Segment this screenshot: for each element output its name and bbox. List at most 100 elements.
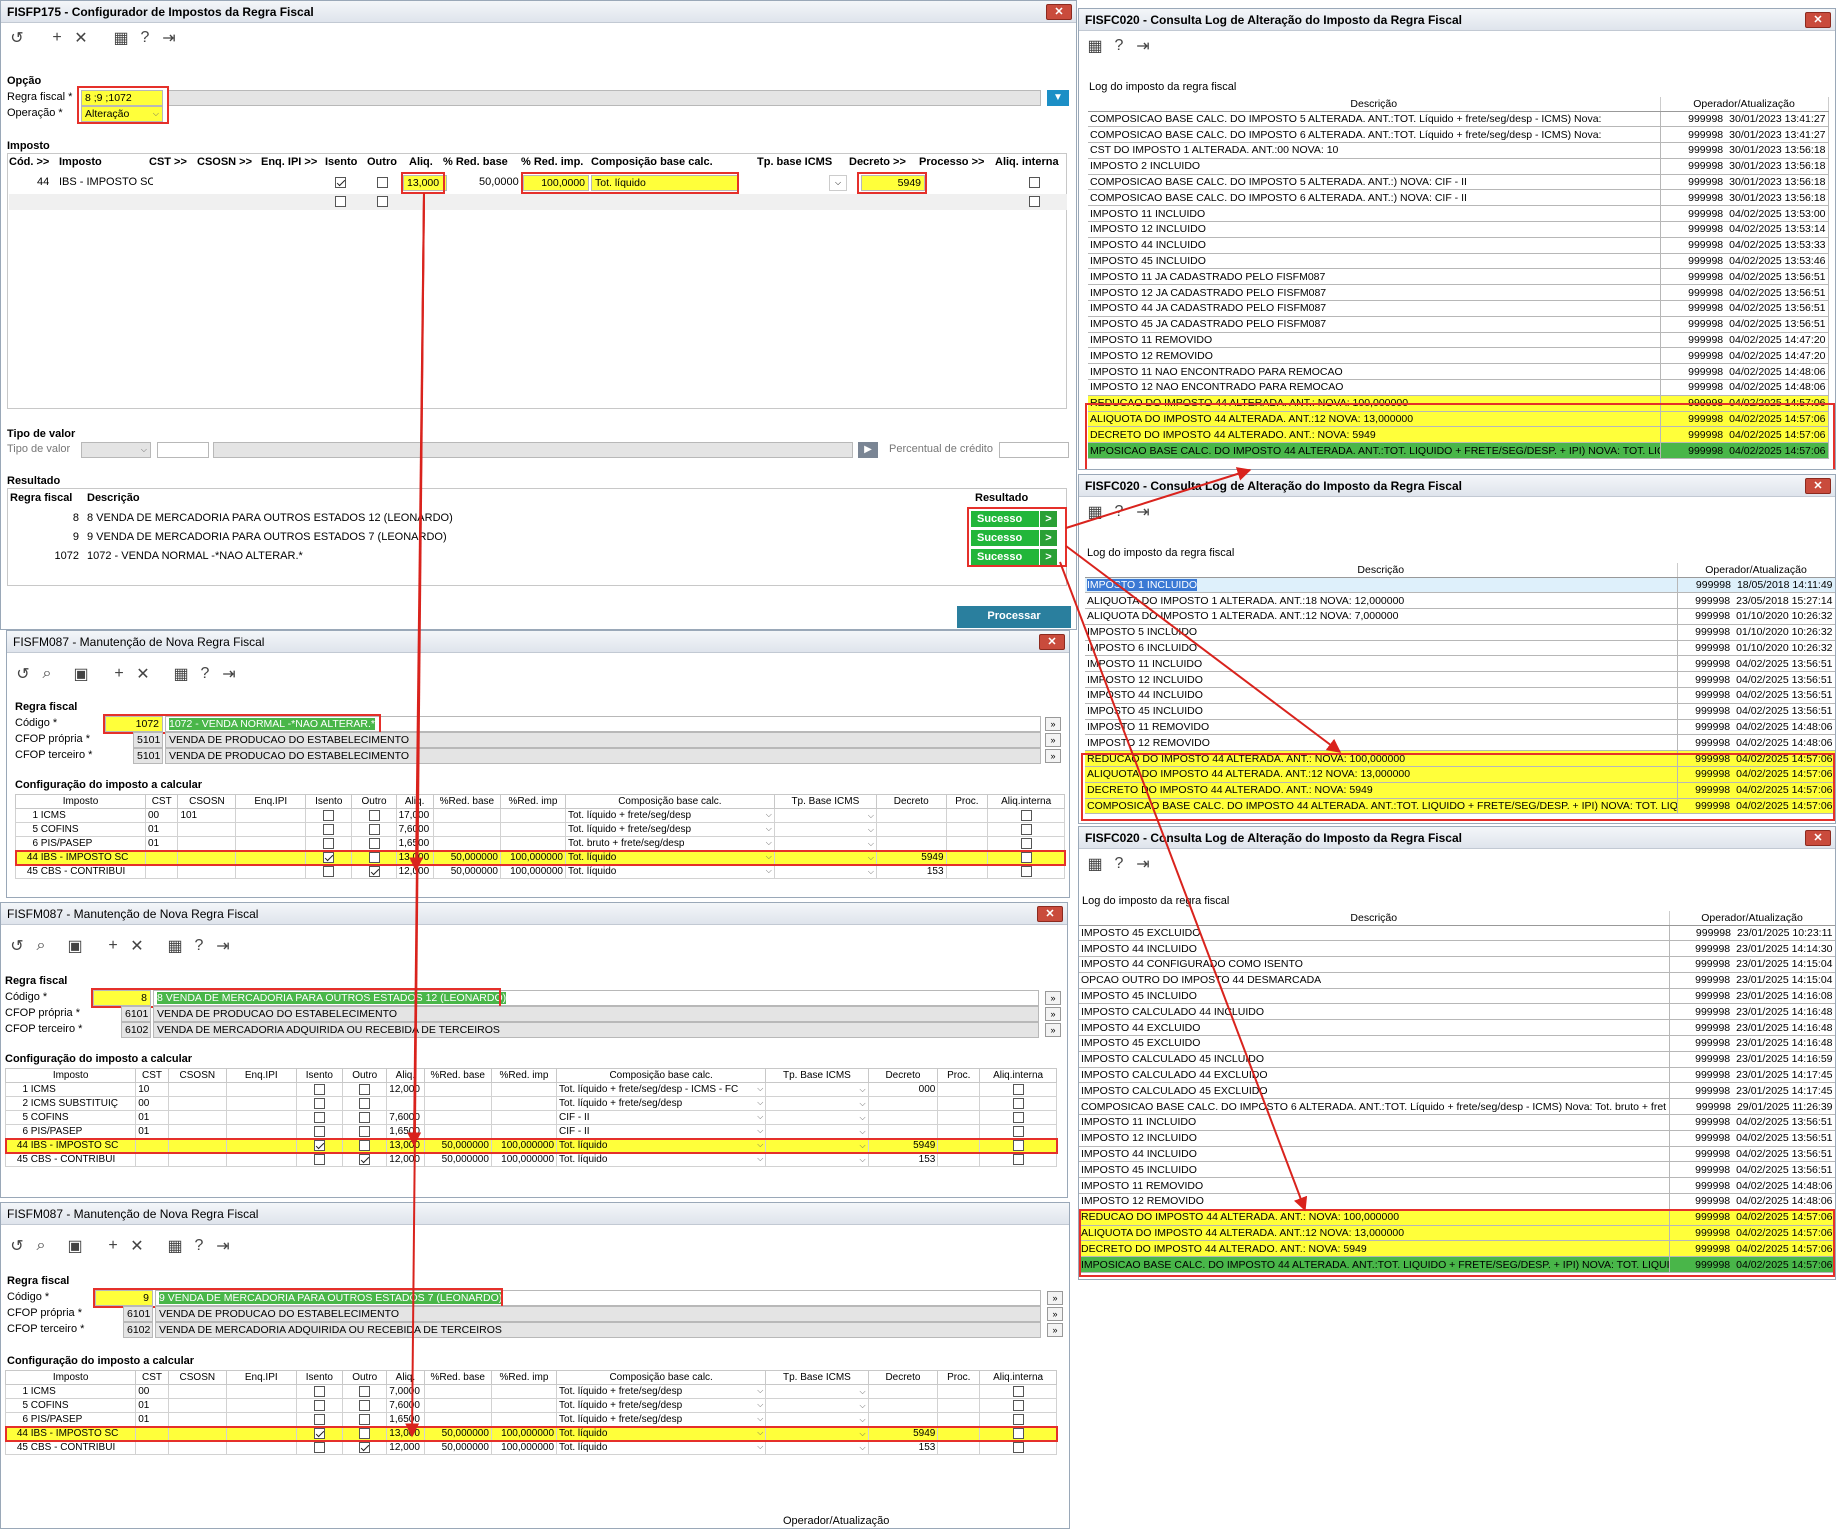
row-cst-cell[interactable] xyxy=(144,864,179,879)
chevron-down-icon[interactable]: ⌵ xyxy=(860,1085,866,1095)
chevron-down-icon[interactable]: ⌵ xyxy=(860,1127,866,1137)
outro-checkbox-cell[interactable] xyxy=(351,850,397,865)
col-header[interactable]: Isento xyxy=(295,1068,344,1083)
row-csosn-cell[interactable] xyxy=(167,1110,227,1125)
row-red-base-cell[interactable] xyxy=(423,1082,492,1097)
col-header[interactable]: Aliq. xyxy=(386,1370,425,1385)
outro-checkbox[interactable] xyxy=(359,1385,371,1397)
table-row[interactable]: 1 ICMS 10 12,000 Tot. líquido + frete/seg/d… xyxy=(4,1082,1057,1097)
chevron-down-icon[interactable]: ⌵ xyxy=(757,1126,763,1136)
table-row[interactable]: 6 PIS/PASEP 01 1,6500 Tot. bruto + frete/se… xyxy=(15,836,1065,851)
isento-checkbox[interactable] xyxy=(323,837,335,849)
row-enq-ipi-cell[interactable] xyxy=(225,1440,297,1455)
table-row[interactable]: 45 CBS - CONTRIBUI 12,000 50,000000 100,000… xyxy=(4,1440,1057,1455)
codigo-lookup-button[interactable]: » xyxy=(1045,991,1061,1005)
chevron-down-icon[interactable]: ⌵ xyxy=(757,1386,763,1396)
cfop-propria-lookup-button[interactable]: » xyxy=(1045,1007,1061,1021)
log-row[interactable]: IMPOSTO 11 REMOVIDO 999998 04/02/2025 14:4… xyxy=(1088,332,1829,349)
aliq-interna-checkbox[interactable] xyxy=(1012,1441,1024,1453)
row-composicao-cell[interactable]: Tot. líquido + frete/seg/desp ⌵ xyxy=(556,1096,767,1111)
close-button[interactable]: ✕ xyxy=(1805,830,1831,846)
aliq-interna-checkbox[interactable] xyxy=(1020,851,1032,863)
outro-checkbox[interactable] xyxy=(359,1139,371,1151)
row-tp-base-cell[interactable]: ⌵ xyxy=(765,1440,869,1455)
row-enq-ipi-cell[interactable] xyxy=(225,1082,297,1097)
undefined-cell[interactable]: 2 ICMS SUBSTITUIÇ xyxy=(4,1096,137,1111)
help-icon[interactable]: ? xyxy=(133,26,157,50)
cfop-propria-lookup-button[interactable]: » xyxy=(1045,733,1061,747)
row-decreto-cell[interactable] xyxy=(875,808,947,823)
row-decreto-cell[interactable] xyxy=(867,1412,939,1427)
status-badge[interactable]: Sucesso > xyxy=(971,549,1057,565)
chevron-down-icon[interactable]: ⌵ xyxy=(860,1141,866,1151)
close-button[interactable]: ✕ xyxy=(1805,478,1831,494)
row-decreto-cell[interactable]: 153 xyxy=(875,864,947,879)
row-enq-ipi-cell[interactable] xyxy=(235,836,307,851)
outro-checkbox[interactable] xyxy=(368,809,380,821)
search-icon[interactable]: ⌕ xyxy=(29,1234,53,1258)
row-tp-base-cell[interactable]: ⌵ xyxy=(773,850,877,865)
row-csosn-cell[interactable] xyxy=(177,864,237,879)
undefined-cell[interactable]: 45 CBS - CONTRIBUI xyxy=(4,1152,137,1167)
row-decreto-cell[interactable] xyxy=(867,1384,939,1399)
row-proc-cell[interactable] xyxy=(945,836,989,851)
row-cst-cell[interactable] xyxy=(144,850,179,865)
row-red-imp-cell[interactable] xyxy=(490,1082,558,1097)
cfop-propria-input[interactable]: 5101 xyxy=(133,732,163,748)
row-cst-cell[interactable]: 01 xyxy=(135,1110,169,1125)
exit-icon[interactable]: ⇥ xyxy=(1131,500,1155,524)
log-row[interactable]: IMPOSTO 11 INCLUIDO 999998 04/02/2025 13:5… xyxy=(1088,205,1829,223)
log-row[interactable]: IMPOSTO 12 INCLUIDO 999998 04/02/2025 13:5… xyxy=(1088,221,1829,238)
row-tp-base-cell[interactable]: ⌵ xyxy=(765,1412,869,1427)
row-aliq-cell[interactable]: 7,6000 xyxy=(386,1398,425,1413)
outro-checkbox-cell[interactable] xyxy=(342,1110,388,1125)
help-icon[interactable]: ? xyxy=(1107,500,1131,524)
row-csosn-cell[interactable] xyxy=(167,1384,227,1399)
col-header[interactable]: Decreto xyxy=(867,1370,939,1385)
row-enq-ipi-cell[interactable] xyxy=(235,850,307,865)
row-csosn-cell[interactable] xyxy=(167,1152,227,1167)
log-row[interactable]: IMPOSTO CALCULADO 45 EXCLUIDO 999998 23/01… xyxy=(1079,1082,1835,1100)
aliq-interna-checkbox[interactable] xyxy=(1020,823,1032,835)
log-row[interactable]: IMPOSTO 12 REMOVIDO 999998 04/02/2025 14:4… xyxy=(1085,734,1835,752)
isento-checkbox-cell[interactable] xyxy=(295,1082,344,1097)
table-row[interactable]: 44 IBS - IMPOSTO SC 13,000 50,000000 100,00… xyxy=(14,849,1066,866)
row-decreto-cell[interactable]: 000 xyxy=(867,1082,939,1097)
aliq-interna-checkbox-cell[interactable] xyxy=(979,1124,1057,1139)
imposto-row[interactable]: 44 IBS - IMPOSTO SC 13,000 50,0000 100,0… xyxy=(9,175,1067,191)
chevron-down-icon[interactable]: ⌵ xyxy=(757,1442,763,1452)
table-row[interactable]: 2 ICMS SUBSTITUIÇ 00 Tot. líquido + frete/… xyxy=(4,1096,1057,1111)
undefined-cell[interactable]: 5 COFINS xyxy=(4,1398,137,1413)
outro-checkbox[interactable] xyxy=(359,1125,371,1137)
col-csosn[interactable]: CSOSN >> xyxy=(197,156,252,168)
row-composicao-cell[interactable]: Tot. líquido ⌵ xyxy=(564,864,775,879)
col-header[interactable]: %Red. base xyxy=(432,794,501,809)
save-icon[interactable]: ▣ xyxy=(63,1234,87,1258)
log-row[interactable]: ALIQUOTA DO IMPOSTO 1 ALTERADA. ANT.:12 … xyxy=(1085,608,1835,625)
delete-icon[interactable]: ✕ xyxy=(69,26,93,50)
aliq-interna-checkbox-cell[interactable] xyxy=(987,836,1065,851)
row-csosn-cell[interactable] xyxy=(167,1440,227,1455)
row-red-imp-cell[interactable]: 100,000000 xyxy=(490,1426,558,1441)
log-row[interactable]: IMPOSTO 45 INCLUIDO 999998 04/02/2025 13:5… xyxy=(1085,703,1835,720)
tp-base-dropdown[interactable]: ⌵ xyxy=(829,175,847,191)
row-proc-cell[interactable] xyxy=(937,1426,981,1441)
row-decreto-cell[interactable]: 5949 xyxy=(867,1426,939,1441)
row-enq-ipi-cell[interactable] xyxy=(225,1426,297,1441)
isento-checkbox[interactable] xyxy=(313,1441,325,1453)
row-red-imp-cell[interactable] xyxy=(490,1384,558,1399)
col-descricao[interactable]: Descrição xyxy=(1079,911,1670,926)
tipo-valor-lookup-button[interactable]: ▶ xyxy=(858,442,878,458)
log-row[interactable]: IMPOSTO 45 INCLUIDO 999998 04/02/2025 13:5… xyxy=(1088,253,1829,270)
row-proc-cell[interactable] xyxy=(937,1082,981,1097)
calendar-icon[interactable]: ▦ xyxy=(163,934,187,958)
aliq-interna-checkbox-cell[interactable] xyxy=(979,1426,1057,1441)
row-decreto-cell[interactable]: 5949 xyxy=(875,850,947,865)
refresh-icon[interactable]: ↺ xyxy=(11,662,35,686)
cfop-terceiro-input[interactable]: 6102 xyxy=(121,1022,151,1038)
row-red-base-cell[interactable] xyxy=(423,1110,492,1125)
log-row[interactable]: IMPOSICAO BASE CALC. DO IMPOSTO 44 ALTER… xyxy=(1079,1256,1835,1274)
row-red-base-cell[interactable] xyxy=(423,1124,492,1139)
aliq-interna-checkbox[interactable] xyxy=(1012,1427,1024,1439)
row-composicao-cell[interactable]: Tot. líquido ⌵ xyxy=(564,850,775,865)
